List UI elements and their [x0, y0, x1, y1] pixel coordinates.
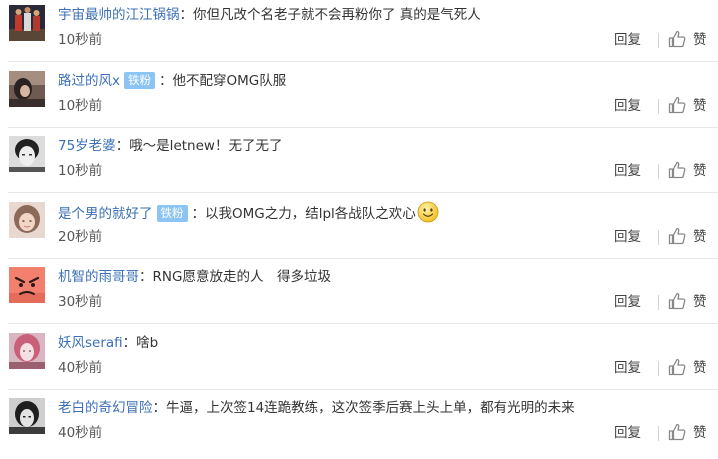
- comment-list: 宇宙最帅的江江锅锅：你但凡改个名老子就不会再粉你了 真的是气死人 10秒前 回复…: [0, 0, 718, 454]
- avatar[interactable]: [9, 201, 45, 238]
- username[interactable]: 是个男的就好了: [58, 206, 153, 222]
- reply-button[interactable]: 回复: [614, 358, 641, 378]
- username[interactable]: 路过的风x: [58, 73, 120, 89]
- avatar[interactable]: [9, 70, 45, 107]
- separator: ：: [139, 269, 153, 285]
- username[interactable]: 75岁老婆: [58, 138, 116, 154]
- action-divider: [658, 164, 659, 179]
- divider: [8, 388, 718, 390]
- thumbs-up-icon: [667, 160, 687, 180]
- comment-text: 牛逼，上次签14连跪教练，这次签季后赛上头上单，都有光明的未来: [166, 400, 575, 416]
- avatar[interactable]: [9, 5, 45, 41]
- comment-item: 是个男的就好了 铁粉 ：以我OMG之力，结lpl各战队之欢心 20秒前 回复 赞: [0, 197, 718, 263]
- timestamp: 10秒前: [58, 97, 103, 114]
- action-divider: [658, 33, 659, 48]
- avatar-image: [9, 5, 45, 41]
- reply-button[interactable]: 回复: [614, 30, 641, 50]
- comment-item: 妖风serafi：啥b 40秒前 回复 赞: [0, 328, 718, 394]
- avatar[interactable]: [9, 267, 45, 303]
- comment-text: 啥b: [136, 334, 159, 351]
- like-label: 赞: [693, 97, 707, 114]
- comment-item: 75岁老婆：哦～是letnew！无了无了 10秒前 回复 赞: [0, 131, 718, 197]
- avatar[interactable]: [9, 136, 45, 172]
- comment-item: 机智的雨哥哥：RNG愿意放走的人 得多垃圾 30秒前 回复 赞: [0, 262, 718, 328]
- avatar-image: [9, 267, 45, 303]
- comment-text: 你但凡改个名老子就不会再粉你了 真的是气死人: [193, 7, 481, 23]
- action-divider: [658, 426, 659, 441]
- timestamp: 10秒前: [58, 163, 103, 179]
- thumbs-up-icon: [667, 422, 687, 442]
- reply-button[interactable]: 回复: [614, 227, 641, 247]
- separator: ：: [152, 400, 167, 416]
- fan-badge[interactable]: 铁粉: [156, 204, 188, 222]
- like-label: 赞: [693, 359, 707, 376]
- action-divider: [658, 98, 659, 114]
- thumbs-up-icon: [667, 357, 687, 377]
- avatar[interactable]: [9, 398, 45, 434]
- divider: [8, 126, 718, 128]
- timestamp: 20秒前: [58, 228, 103, 245]
- action-divider: [658, 229, 659, 245]
- username[interactable]: 老白的奇幻冒险: [58, 400, 153, 416]
- avatar-image: [9, 398, 45, 434]
- username[interactable]: 妖风serafi: [58, 335, 123, 351]
- divider: [8, 192, 718, 193]
- comment-text: RNG愿意放走的人 得多垃圾: [152, 269, 331, 285]
- comment-text: 他不配穿OMG队服: [172, 72, 287, 89]
- reply-button[interactable]: 回复: [614, 292, 641, 312]
- comment-item: 宇宙最帅的江江锅锅：你但凡改个名老子就不会再粉你了 真的是气死人 10秒前 回复…: [0, 0, 718, 66]
- separator: ：: [159, 72, 173, 89]
- avatar[interactable]: [9, 332, 45, 369]
- divider: [8, 61, 718, 62]
- separator: ：: [191, 205, 206, 222]
- timestamp: 10秒前: [58, 32, 103, 48]
- avatar-image: [9, 201, 45, 238]
- comment-text: 以我OMG之力，结lpl各战队之欢心: [205, 205, 416, 222]
- comment-item: 老白的奇幻冒险：牛逼，上次签14连跪教练，这次签季后赛上头上单，都有光明的未来 …: [0, 393, 718, 459]
- thumbs-up-icon: [667, 95, 687, 115]
- reply-button[interactable]: 回复: [614, 161, 641, 181]
- reply-button[interactable]: 回复: [614, 96, 641, 116]
- action-divider: [658, 360, 659, 376]
- like-label: 赞: [693, 294, 707, 310]
- like-label: 赞: [693, 163, 707, 179]
- timestamp: 30秒前: [58, 294, 103, 310]
- reply-button[interactable]: 回复: [614, 423, 641, 443]
- timestamp: 40秒前: [58, 359, 103, 376]
- avatar-image: [9, 332, 45, 369]
- smiley-emoji-icon: [417, 201, 439, 223]
- timestamp: 40秒前: [58, 425, 103, 441]
- separator: ：: [179, 7, 194, 23]
- like-label: 赞: [693, 228, 707, 245]
- separator: ：: [115, 138, 130, 154]
- like-label: 赞: [693, 32, 707, 48]
- username[interactable]: 宇宙最帅的江江锅锅: [58, 7, 180, 23]
- avatar-image: [9, 70, 45, 107]
- fan-badge[interactable]: 铁粉: [124, 71, 155, 89]
- divider: [8, 257, 718, 259]
- thumbs-up-icon: [667, 226, 687, 246]
- comment-text: 哦～是letnew！无了无了: [129, 138, 283, 154]
- avatar-image: [9, 136, 45, 172]
- comment-item: 路过的风x 铁粉 ：他不配穿OMG队服 10秒前 回复 赞: [0, 66, 718, 132]
- username[interactable]: 机智的雨哥哥: [58, 269, 139, 285]
- action-divider: [658, 295, 659, 310]
- divider: [8, 323, 718, 324]
- thumbs-up-icon: [667, 291, 687, 311]
- like-label: 赞: [693, 425, 707, 441]
- separator: ：: [122, 334, 137, 351]
- thumbs-up-icon: [667, 29, 687, 49]
